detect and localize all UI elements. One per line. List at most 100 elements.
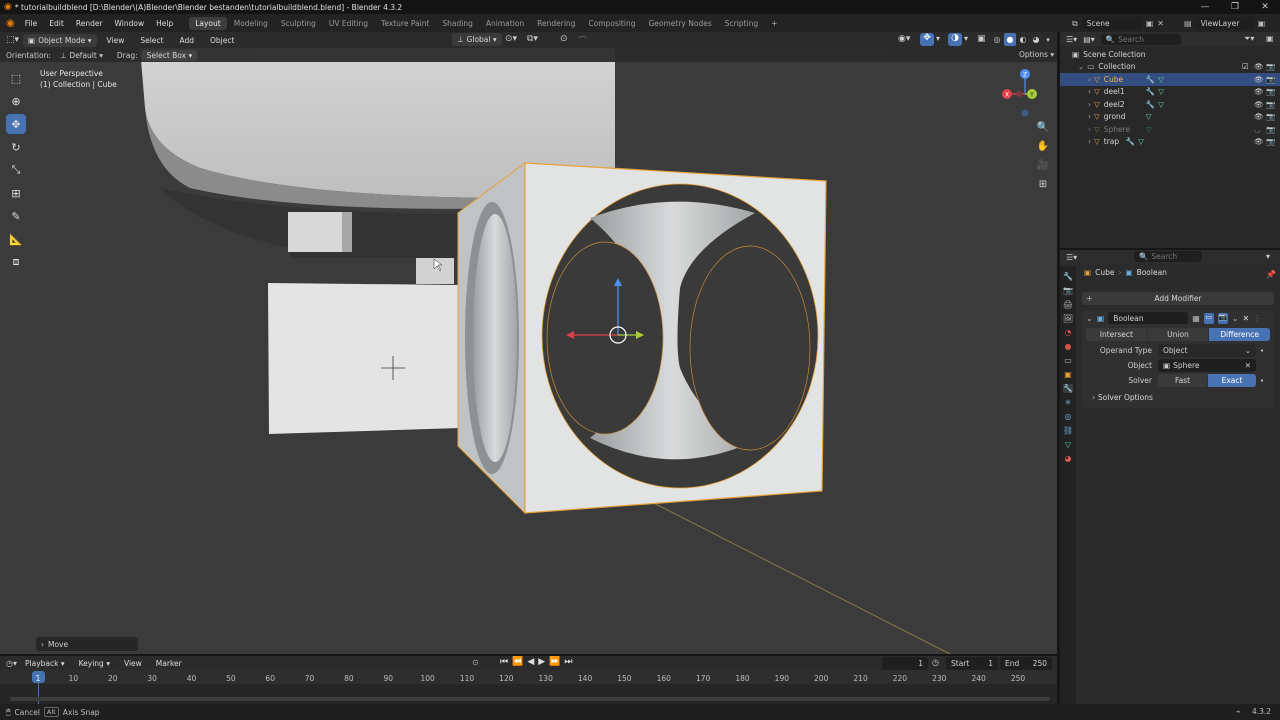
area-divider[interactable] <box>1060 248 1280 250</box>
operand-type-dropdown[interactable]: Object ⌄ <box>1158 344 1256 357</box>
annotate-tool-icon[interactable]: ✎ <box>6 206 26 226</box>
collapse-arrow-icon[interactable]: ⌄ <box>1078 62 1084 71</box>
select-box-tool-icon[interactable]: ⬚ <box>6 68 26 88</box>
render-toggle-icon[interactable]: 📷 <box>1217 312 1228 324</box>
orientation-dropdown[interactable]: ⊥ Default ▾ <box>54 49 113 61</box>
scene-selector[interactable]: ⧉ Scene ▣ ✕ <box>1072 17 1164 30</box>
collection-tab-icon[interactable]: ▭ <box>1064 356 1072 365</box>
material-shading-icon[interactable]: ◐ <box>1017 33 1029 46</box>
pan-hand-icon[interactable]: ✋ <box>1034 137 1052 155</box>
eye-icon[interactable]: 👁 <box>1254 137 1264 146</box>
pin-icon[interactable]: 📌 <box>1266 270 1276 279</box>
menu-render[interactable]: Render <box>70 19 109 28</box>
drag-handle-icon[interactable]: ⋮ <box>1253 314 1261 323</box>
collection-camera-icon[interactable]: 📷 <box>1266 62 1275 71</box>
start-frame-field[interactable]: Start 1 <box>946 657 998 670</box>
outliner-item-cube[interactable]: › ▽ Cube 🔧 ▽ 👁 📷 <box>1060 73 1280 86</box>
tab-sculpting[interactable]: Sculpting <box>275 17 322 30</box>
options-dropdown[interactable]: Options ▾ <box>1014 49 1057 60</box>
viewport-menu-add[interactable]: Add <box>173 36 200 45</box>
tab-compositing[interactable]: Compositing <box>582 17 641 30</box>
expand-arrow-icon[interactable]: › <box>1088 137 1091 146</box>
edit-mode-toggle-icon[interactable]: ▦ <box>1192 314 1200 323</box>
transform-orientation-dropdown[interactable]: ⊥ Global ▾ <box>452 33 502 46</box>
solver-exact-button[interactable]: Exact <box>1208 374 1256 387</box>
data-tab-icon[interactable]: ▽ <box>1065 440 1071 449</box>
menu-file[interactable]: File <box>19 19 44 28</box>
visibility-icon[interactable]: ◉▾ <box>898 34 910 44</box>
viewlayer-name-field[interactable]: ViewLayer <box>1195 17 1254 30</box>
mode-dropdown[interactable]: ▣ Object Mode ▾ <box>23 33 97 47</box>
expand-arrow-icon[interactable]: › <box>1088 75 1091 84</box>
outliner-search-input[interactable]: 🔍 Search <box>1100 33 1181 45</box>
preview-range-icon[interactable]: ◷ <box>932 658 939 667</box>
object-field[interactable]: ▣ Sphere ✕ <box>1158 359 1256 372</box>
difference-button[interactable]: Difference <box>1209 328 1271 341</box>
properties-editor-icon[interactable]: ☰▾ <box>1066 253 1077 262</box>
animate-dot-icon[interactable]: • <box>1260 377 1264 385</box>
wireframe-shading-icon[interactable]: ◎ <box>991 33 1003 46</box>
eye-icon[interactable]: 👁 <box>1254 87 1264 96</box>
outliner-item-grond[interactable]: › ▽ grond ▽ 👁 📷 <box>1060 111 1280 124</box>
union-button[interactable]: Union <box>1147 328 1209 341</box>
expand-arrow-icon[interactable]: › <box>1088 125 1091 134</box>
menu-window[interactable]: Window <box>109 19 151 28</box>
render-tab-icon[interactable]: 📷 <box>1063 286 1073 295</box>
xray-icon[interactable]: ▣ <box>977 34 986 44</box>
camera-icon[interactable]: 📷 <box>1266 100 1275 109</box>
solid-shading-icon[interactable]: ● <box>1004 33 1016 46</box>
rotate-tool-icon[interactable]: ↻ <box>6 137 26 157</box>
eye-icon[interactable]: 👁 <box>1254 75 1264 84</box>
expand-arrow-icon[interactable]: › <box>1088 100 1091 109</box>
auto-keying-icon[interactable]: ⊙ <box>472 658 479 667</box>
collection-eye-icon[interactable]: 👁 <box>1254 62 1264 71</box>
navigation-gizmo[interactable]: Z X Y <box>1000 66 1050 122</box>
tab-animation[interactable]: Animation <box>480 17 530 30</box>
tool-tab-icon[interactable]: 🔧 <box>1063 272 1073 281</box>
timeline-menu-marker[interactable]: Marker <box>150 659 188 668</box>
jump-start-icon[interactable]: ⏮ <box>500 657 508 667</box>
outliner-editor-icon[interactable]: ☰▾ <box>1066 35 1077 44</box>
gizmo-toggle-icon[interactable]: ✥ <box>920 33 934 46</box>
play-reverse-icon[interactable]: ◀ <box>527 657 534 667</box>
tab-shading[interactable]: Shading <box>436 17 478 30</box>
delete-scene-icon[interactable]: ✕ <box>1157 19 1164 28</box>
properties-options-icon[interactable]: ▾ <box>1266 252 1270 261</box>
outliner-item-sphere[interactable]: › ▽ Sphere ▽ ◡ 📷 <box>1060 123 1280 136</box>
animate-dot-icon[interactable]: • <box>1260 347 1264 355</box>
close-icon[interactable]: ✕ <box>1250 0 1280 14</box>
eye-closed-icon[interactable]: ◡ <box>1254 125 1261 134</box>
expand-arrow-icon[interactable]: › <box>1088 87 1091 96</box>
tab-layout[interactable]: Layout <box>189 16 227 30</box>
tab-texture-paint[interactable]: Texture Paint <box>375 17 435 30</box>
outliner-item-deel2[interactable]: › ▽ deel2 🔧 ▽ 👁 📷 <box>1060 98 1280 111</box>
scale-tool-icon[interactable]: ⤡ <box>6 160 26 180</box>
intersect-button[interactable]: Intersect <box>1086 328 1147 341</box>
blender-menu-icon[interactable]: ◉ <box>0 18 19 29</box>
play-icon[interactable]: ▶ <box>538 657 545 667</box>
falloff-icon[interactable]: ⌒ <box>578 34 587 47</box>
3d-viewport[interactable]: ⬚ ⊕ ✥ ↻ ⤡ ⊞ ✎ 📐 ⧈ User Perspective (1) C… <box>0 48 1057 654</box>
constraints-tab-icon[interactable]: ⛓ <box>1063 426 1073 435</box>
timeline-menu-keying[interactable]: Keying ▾ <box>73 659 116 668</box>
remove-modifier-icon[interactable]: ✕ <box>1243 314 1250 323</box>
add-modifier-button[interactable]: Add Modifier <box>1082 292 1274 305</box>
prev-keyframe-icon[interactable]: ⏪ <box>512 657 523 667</box>
physics-tab-icon[interactable]: ◎ <box>1065 412 1072 421</box>
transform-tool-icon[interactable]: ⊞ <box>6 183 26 203</box>
timeline-scrollbar[interactable] <box>10 697 1050 701</box>
scene-tab-icon[interactable]: ◔ <box>1065 328 1072 337</box>
viewport-menu-view[interactable]: View <box>101 36 131 45</box>
area-divider[interactable] <box>0 654 1057 656</box>
new-viewlayer-icon[interactable]: ▣ <box>1258 19 1266 28</box>
display-mode-icon[interactable]: ▤▾ <box>1083 35 1095 44</box>
outliner-item-deel1[interactable]: › ▽ deel1 🔧 ▽ 👁 📷 <box>1060 86 1280 99</box>
timeline-editor-icon[interactable]: ◷▾ <box>6 659 17 668</box>
maximize-icon[interactable]: ❐ <box>1220 0 1250 14</box>
viewport-toggle-icon[interactable]: ▭ <box>1203 312 1214 324</box>
camera-icon[interactable]: 📷 <box>1266 112 1275 121</box>
pivot-icon[interactable]: ⊙▾ <box>505 34 517 44</box>
viewport-scene[interactable] <box>0 48 1057 654</box>
overlay-dropdown-icon[interactable]: ▾ <box>964 34 968 43</box>
modifier-name-field[interactable]: Boolean <box>1108 312 1189 324</box>
